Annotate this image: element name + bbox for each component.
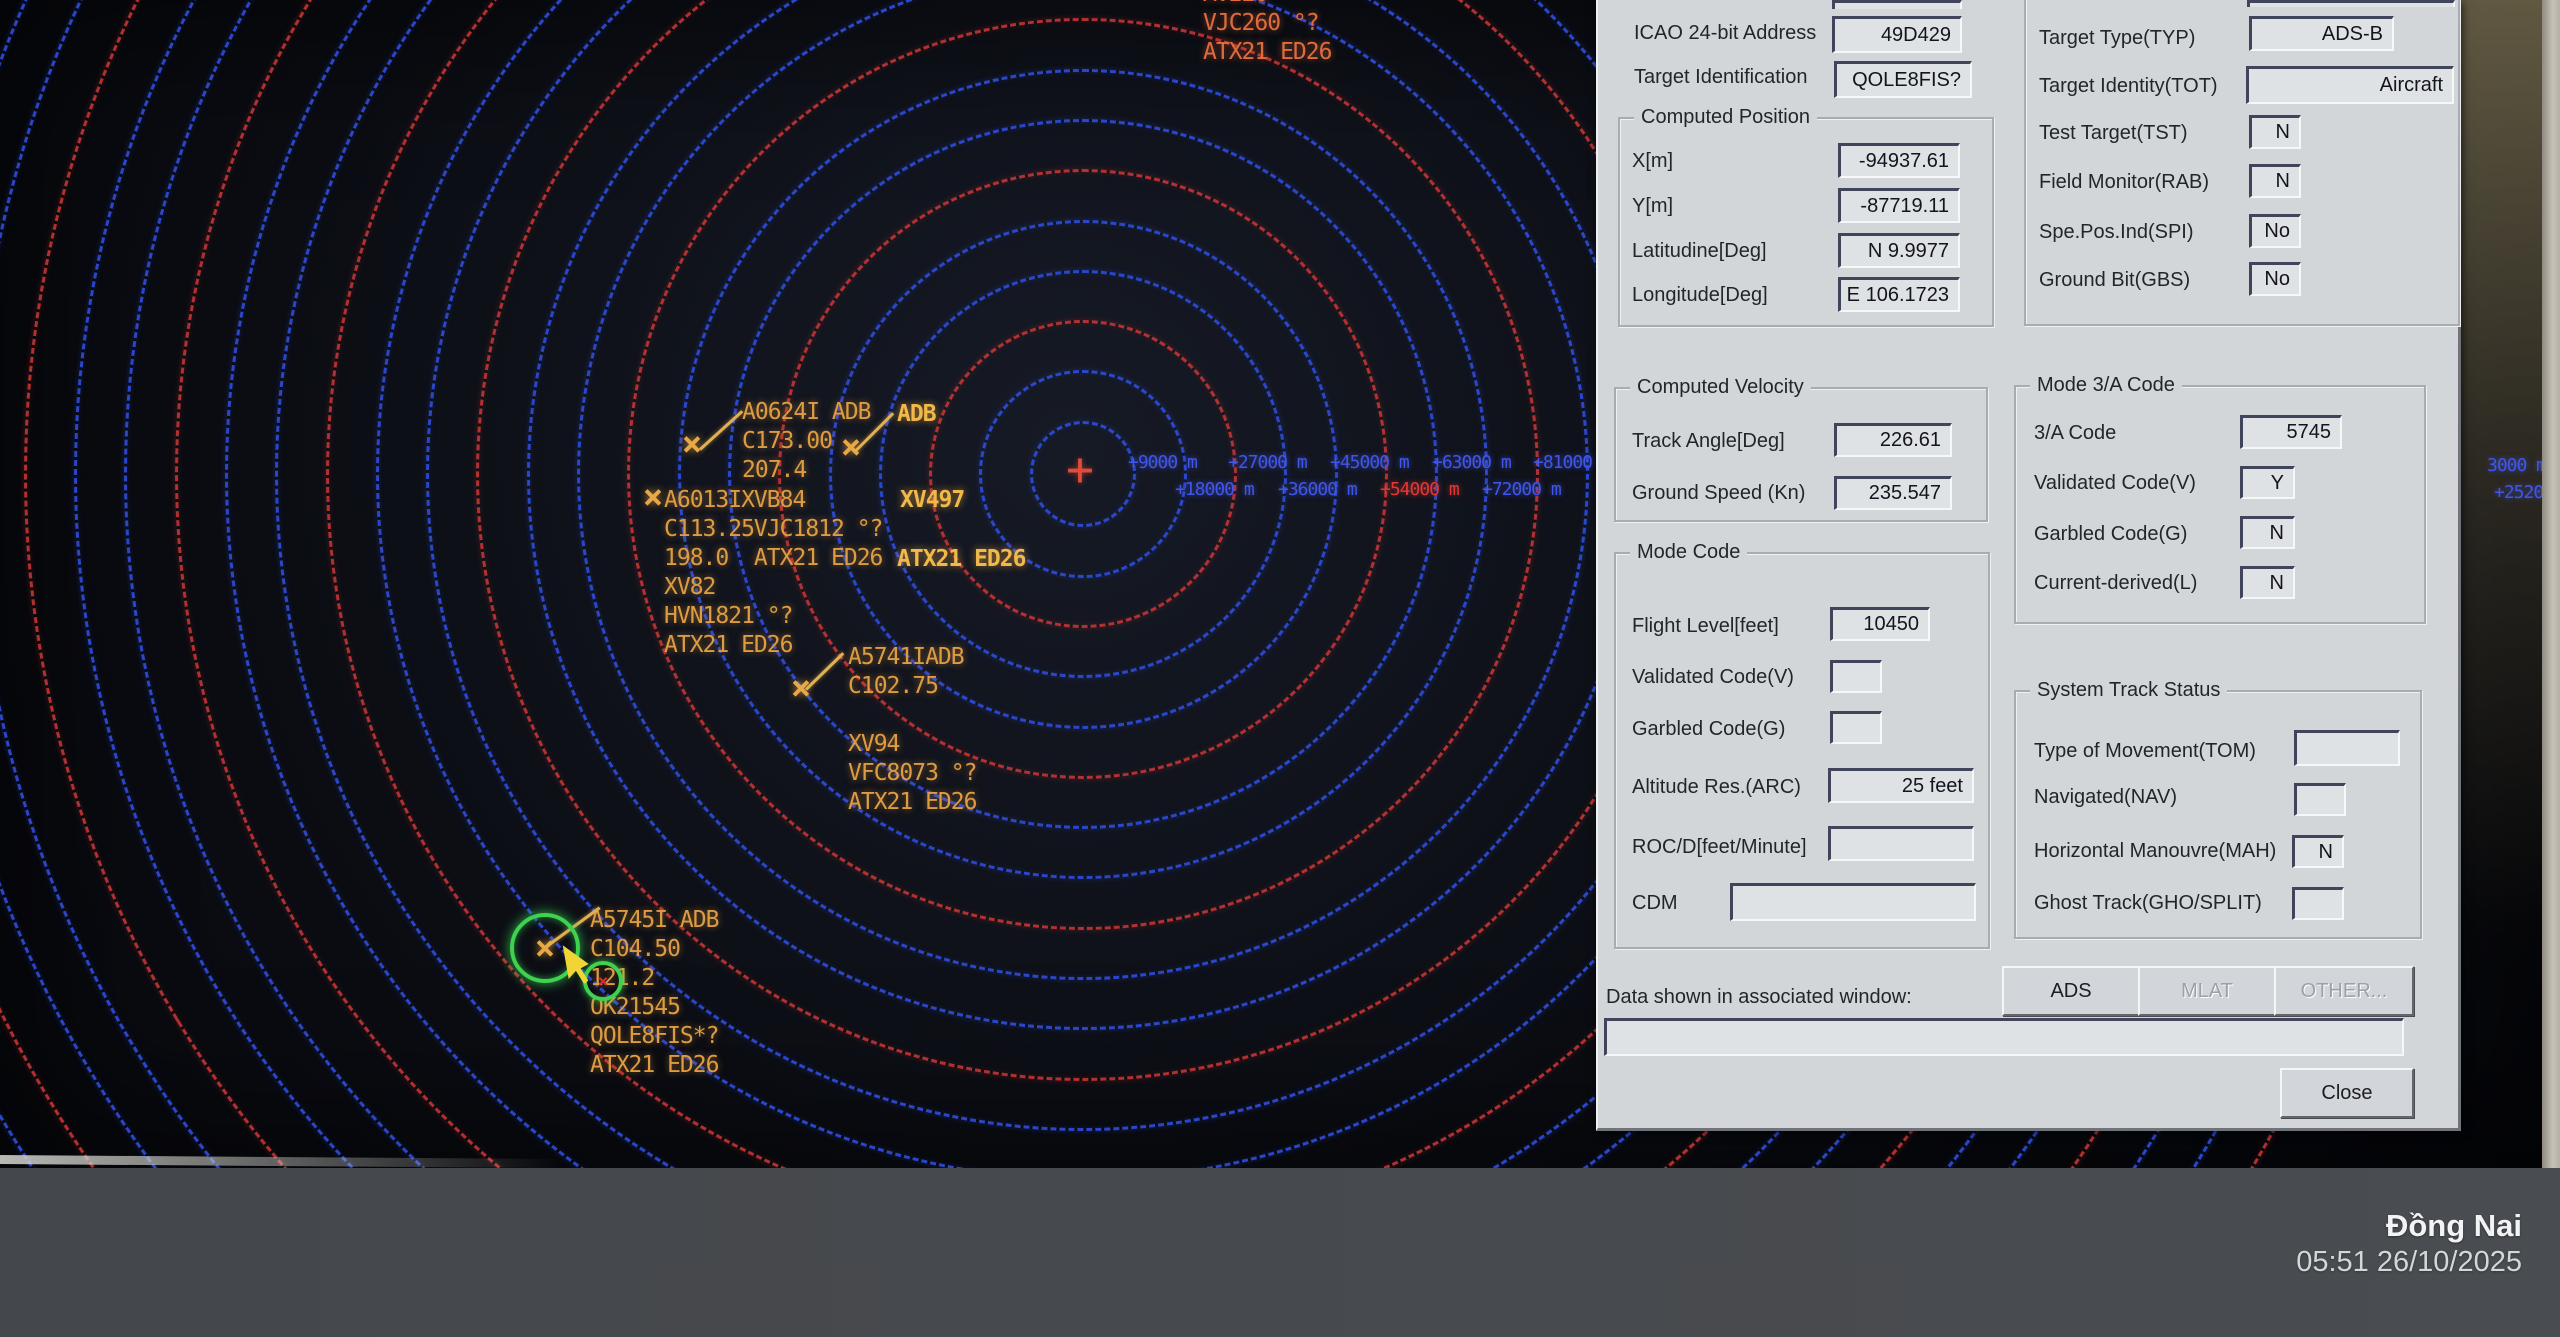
field-monitor-label: Field Monitor(RAB) — [2039, 171, 2209, 194]
range-ring-label: +45000 m — [1330, 452, 1409, 473]
track-angle-field: 226.61 — [1834, 423, 1952, 457]
computed-velocity-title: Computed Velocity — [1630, 376, 1811, 399]
icao-address-field: 49D429 — [1832, 16, 1962, 53]
y-m-label: Y[m] — [1632, 195, 1673, 218]
photo-of-radar-screen: +9000 m+27000 m+45000 m+63000 m+81000 m+… — [0, 0, 2560, 1337]
latitude-field: N 9.9977 — [1838, 233, 1960, 268]
ghost-track-label: Ghost Track(GHO/SPLIT) — [2034, 892, 2262, 915]
longitude-field: E 106.1723 — [1838, 277, 1960, 312]
range-ring-label: +54000 m — [1380, 479, 1459, 500]
ads-button[interactable]: ADS — [2002, 966, 2140, 1016]
range-ring-label: +18000 m — [1175, 479, 1254, 500]
camera-watermark: Đồng Nai 05:51 26/10/2025 — [2296, 1208, 2522, 1279]
range-ring-label: 3000 m — [2487, 455, 2542, 476]
assoc-window-field[interactable] — [1604, 1018, 2404, 1056]
3a-validated-field: Y — [2240, 466, 2295, 499]
mc-garbled-field — [1830, 711, 1882, 744]
3a-garbled-label: Garbled Code(G) — [2034, 523, 2187, 546]
rocd-label: ROC/D[feet/Minute] — [1632, 836, 1807, 859]
mc-validated-field — [1830, 660, 1882, 693]
mc-validated-label: Validated Code(V) — [1632, 666, 1794, 689]
range-ring-label: +2520 — [2494, 482, 2542, 503]
spi-label: Spe.Pos.Ind(SPI) — [2039, 221, 2194, 244]
range-ring-label: +27000 m — [1228, 452, 1307, 473]
navigated-field — [2294, 783, 2346, 816]
longitude-label: Longitude[Deg] — [1632, 284, 1768, 307]
ground-bit-label: Ground Bit(GBS) — [2039, 269, 2190, 292]
track-angle-label: Track Angle[Deg] — [1632, 430, 1785, 453]
target-identification-field: QOLE8FIS? — [1834, 61, 1972, 98]
x-m-field: -94937.61 — [1838, 143, 1960, 178]
watermark-datetime: 05:51 26/10/2025 — [2296, 1246, 2522, 1279]
target-identity-label: Target Identity(TOT) — [2039, 75, 2218, 98]
target-report-dialog: ICAO 24-bit Address 49D429 Target Identi… — [1596, 0, 2461, 1131]
range-ring-label: +63000 m — [1432, 452, 1511, 473]
ground-bit-field: No — [2249, 262, 2301, 296]
field-monitor-field: N — [2249, 164, 2301, 198]
flight-level-label: Flight Level[feet] — [1632, 615, 1779, 638]
cropped-field-top-left — [1832, 0, 1962, 9]
x-m-label: X[m] — [1632, 150, 1673, 173]
photo-background — [0, 1168, 2560, 1337]
assoc-window-label: Data shown in associated window: — [1606, 986, 1912, 1009]
mc-garbled-label: Garbled Code(G) — [1632, 718, 1785, 741]
cdm-field — [1730, 883, 1976, 921]
watermark-location: Đồng Nai — [2296, 1208, 2522, 1244]
ghost-track-field — [2292, 887, 2344, 920]
altitude-res-label: Altitude Res.(ARC) — [1632, 776, 1801, 799]
system-track-status-title: System Track Status — [2030, 679, 2227, 702]
range-ring-label: +72000 m — [1482, 479, 1561, 500]
computed-position-title: Computed Position — [1634, 106, 1817, 129]
monitor-edge-strip — [2542, 0, 2560, 1172]
target-type-label: Target Type(TYP) — [2039, 27, 2195, 50]
close-button[interactable]: Close — [2280, 1068, 2414, 1118]
flight-level-field: 10450 — [1830, 607, 1930, 641]
ground-speed-label: Ground Speed (Kn) — [1632, 482, 1805, 505]
altitude-res-field: 25 feet — [1828, 768, 1974, 803]
target-type-field: ADS-B — [2249, 16, 2394, 51]
other-button[interactable]: OTHER... — [2274, 966, 2414, 1016]
mode-3a-title: Mode 3/A Code — [2030, 374, 2182, 397]
target-identification-label: Target Identification — [1634, 66, 1807, 89]
type-of-movement-label: Type of Movement(TOM) — [2034, 740, 2256, 763]
test-target-label: Test Target(TST) — [2039, 122, 2188, 145]
latitude-label: Latitudine[Deg] — [1632, 240, 1767, 263]
navigated-label: Navigated(NAV) — [2034, 786, 2177, 809]
range-ring-label: +36000 m — [1278, 479, 1357, 500]
3a-current-derived-label: Current-derived(L) — [2034, 572, 2197, 595]
mlat-button[interactable]: MLAT — [2138, 966, 2276, 1016]
mode-code-title: Mode Code — [1630, 541, 1747, 564]
horizontal-manouvre-label: Horizontal Manouvre(MAH) — [2034, 840, 2276, 863]
ground-speed-field: 235.547 — [1834, 476, 1952, 510]
rocd-field — [1828, 826, 1974, 861]
cdm-label: CDM — [1632, 892, 1678, 915]
3a-validated-label: Validated Code(V) — [2034, 472, 2196, 495]
horizontal-manouvre-field: N — [2292, 835, 2344, 868]
y-m-field: -87719.11 — [1838, 188, 1960, 223]
3a-garbled-field: N — [2240, 516, 2295, 549]
3a-code-label: 3/A Code — [2034, 422, 2116, 445]
3a-current-derived-field: N — [2240, 566, 2295, 599]
spi-field: No — [2249, 214, 2301, 248]
3a-code-field: 5745 — [2240, 415, 2342, 449]
icao-address-label: ICAO 24-bit Address — [1634, 22, 1816, 45]
range-ring-label: +9000 m — [1128, 452, 1197, 473]
target-identity-field: Aircraft — [2246, 66, 2454, 104]
test-target-field: N — [2249, 115, 2301, 149]
type-of-movement-field — [2294, 730, 2400, 766]
